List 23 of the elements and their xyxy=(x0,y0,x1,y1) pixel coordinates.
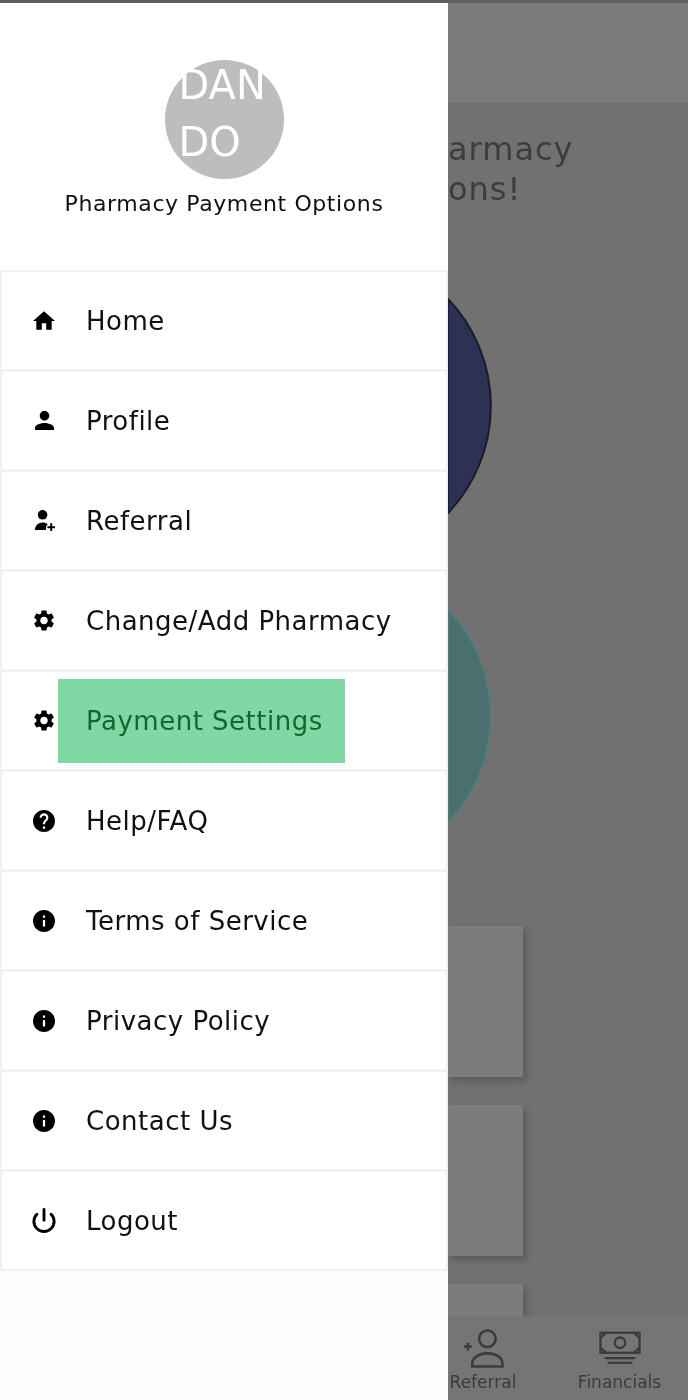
home-icon xyxy=(33,311,55,330)
power-icon xyxy=(32,1208,56,1233)
menu-item[interactable]: Change/Add Pharmacy xyxy=(2,572,446,669)
banknote-icon xyxy=(598,1331,641,1365)
menu-item[interactable]: Contact Us xyxy=(2,1072,446,1169)
person-icon xyxy=(34,411,54,430)
help-icon xyxy=(33,809,55,832)
menu-item[interactable]: Privacy Policy xyxy=(2,972,446,1069)
info-icon xyxy=(33,1009,55,1032)
gear-icon xyxy=(34,710,54,731)
person-plus-icon xyxy=(462,1328,504,1368)
menu-item[interactable]: Logout xyxy=(2,1172,446,1269)
info-icon xyxy=(33,1109,55,1132)
menu-item[interactable]: Terms of Service xyxy=(2,872,446,969)
menu-item[interactable]: Referral xyxy=(2,472,446,569)
info-icon xyxy=(33,909,55,932)
menu-item[interactable]: Home xyxy=(2,272,446,369)
menu-item[interactable]: Profile xyxy=(2,372,446,469)
app-title: Pharmacy Payment Options xyxy=(64,190,384,218)
menu-item[interactable]: Payment Settings xyxy=(2,672,446,769)
person-plus-icon xyxy=(33,510,55,531)
gear-icon xyxy=(34,610,54,631)
menu-item[interactable]: Help/FAQ xyxy=(2,772,446,869)
